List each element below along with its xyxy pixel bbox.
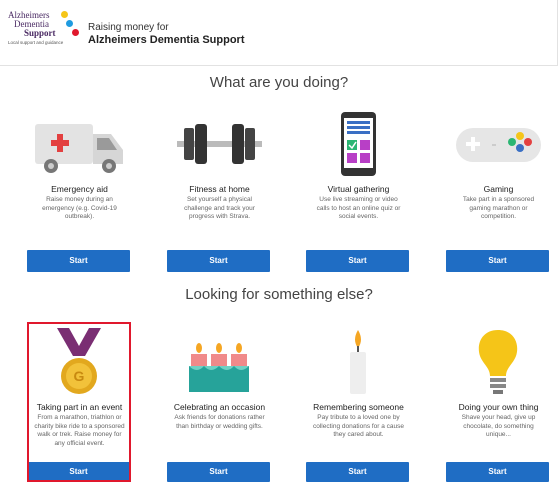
candle-icon — [306, 326, 411, 398]
card-description: Shave your head, give up chocolate, do s… — [461, 414, 536, 438]
card-doing-own-thing: Doing your own thing Shave your head, gi… — [446, 326, 551, 440]
start-button-remembering[interactable]: Start — [306, 462, 409, 482]
start-button-gaming[interactable]: Start — [446, 250, 549, 272]
ambulance-icon — [27, 108, 132, 180]
card-title: Celebrating an occasion — [173, 402, 266, 412]
gamepad-icon — [446, 108, 551, 180]
section-title-secondary: Looking for something else? — [185, 286, 373, 303]
card-remembering-someone: Remembering someone Pay tribute to a lov… — [306, 326, 411, 440]
card-title: Remembering someone — [313, 402, 404, 412]
cake-icon — [167, 326, 272, 398]
start-button-celebrating[interactable]: Start — [167, 462, 270, 482]
logo-dot-red — [72, 29, 79, 36]
card-description: Take part in a sponsored gaming marathon… — [462, 196, 535, 220]
site-header: Alzheimers Dementia Support Local suppor… — [0, 0, 558, 66]
start-button-virtual-gathering[interactable]: Start — [306, 250, 409, 272]
start-button-fitness-at-home[interactable]: Start — [167, 250, 270, 272]
logo-dot-blue — [66, 20, 73, 27]
selected-card-outline — [27, 322, 131, 482]
card-title: Virtual gathering — [327, 184, 390, 194]
card-gaming: Gaming Take part in a sponsored gaming m… — [446, 108, 551, 222]
card-emergency-aid: Emergency aid Raise money during an emer… — [27, 108, 132, 222]
card-title: Fitness at home — [189, 184, 250, 194]
phone-icon — [306, 108, 411, 180]
card-description: Raise money during an emergency (e.g. Co… — [42, 196, 117, 220]
card-description: Ask friends for donations rather than bi… — [174, 414, 265, 430]
card-title: Gaming — [483, 184, 514, 194]
charity-name: Alzheimers Dementia Support — [88, 34, 245, 46]
raising-for-text: Raising money for Alzheimers Dementia Su… — [88, 22, 244, 46]
logo-line-3: Support — [24, 28, 56, 38]
card-celebrating-occasion: Celebrating an occasion Ask friends for … — [167, 326, 272, 431]
logo-dot-yellow — [61, 11, 68, 18]
card-description: Set yourself a physical challenge and tr… — [184, 196, 255, 220]
dumbbell-icon — [167, 108, 272, 180]
charity-logo[interactable]: Alzheimers Dementia Support Local suppor… — [8, 8, 86, 56]
card-title: Doing your own thing — [458, 402, 539, 412]
card-description: Use live streaming or video calls to hos… — [316, 196, 401, 220]
start-button-own-thing[interactable]: Start — [446, 462, 549, 482]
start-button-emergency-aid[interactable]: Start — [27, 250, 130, 272]
raising-label: Raising money for — [88, 22, 169, 33]
card-title: Emergency aid — [51, 184, 108, 194]
section-title-primary: What are you doing? — [209, 74, 349, 91]
lightbulb-icon — [446, 326, 551, 398]
logo-tagline: Local support and guidance — [8, 40, 64, 45]
card-virtual-gathering: Virtual gathering Use live streaming or … — [306, 108, 411, 222]
card-description: Pay tribute to a loved one by collecting… — [312, 414, 405, 438]
card-fitness-at-home: Fitness at home Set yourself a physical … — [167, 108, 272, 222]
